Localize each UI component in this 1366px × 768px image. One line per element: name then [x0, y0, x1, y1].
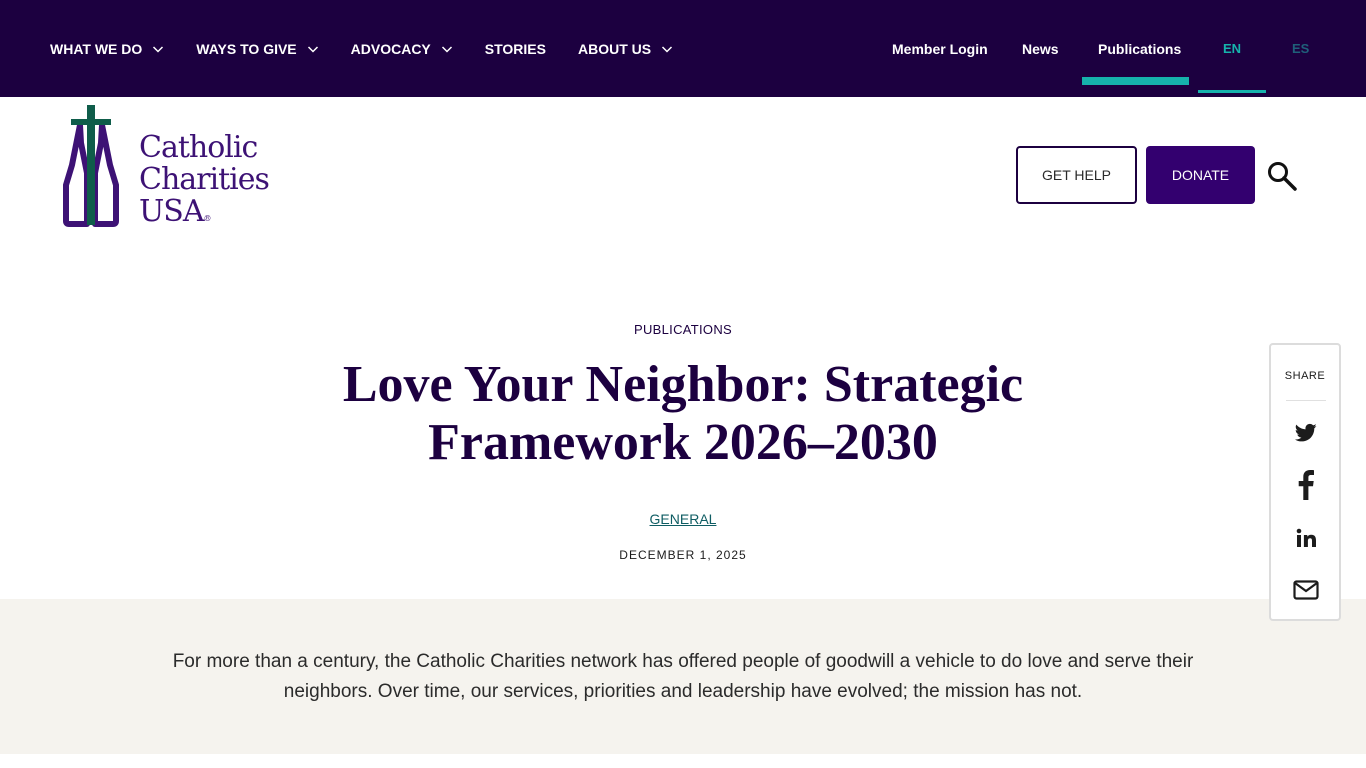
linkedin-icon[interactable] [1289, 521, 1323, 555]
intro-section: For more than a century, the Catholic Ch… [0, 599, 1366, 754]
member-login-link[interactable]: Member Login [892, 0, 988, 97]
share-divider [1286, 400, 1326, 401]
share-label: SHARE [1284, 370, 1326, 382]
main-navigation: WHAT WE DO WAYS TO GIVE ADVOCACY STORIES… [50, 0, 705, 97]
facebook-icon[interactable] [1289, 468, 1323, 502]
article-eyebrow: PUBLICATIONS [634, 322, 732, 337]
nav-item-what-we-do[interactable]: WHAT WE DO [50, 41, 164, 57]
logo-wordmark: Catholic Charities USA® [139, 130, 270, 235]
nav-item-about-us[interactable]: ABOUT US [578, 41, 673, 57]
nav-item-label: ABOUT US [577, 40, 652, 57]
news-link[interactable]: News [1022, 0, 1059, 97]
article-date: DECEMBER 1, 2025 [619, 548, 747, 562]
nav-item-label: ADVOCACY [350, 40, 431, 57]
nav-item-stories[interactable]: STORIES [485, 41, 546, 57]
logo-line-3: USA [139, 194, 204, 229]
get-help-button[interactable]: GET HELP [1016, 146, 1137, 204]
logo-line-2: Charities [139, 162, 270, 197]
donate-button[interactable]: DONATE [1146, 146, 1255, 204]
intro-paragraph: For more than a century, the Catholic Ch… [172, 651, 1194, 702]
article-category: GENERAL [0, 511, 1366, 527]
language-en-link[interactable]: EN [1223, 0, 1241, 97]
email-icon[interactable] [1289, 573, 1323, 607]
nav-item-label: WHAT WE DO [50, 40, 143, 57]
top-navigation-bar: WHAT WE DO WAYS TO GIVE ADVOCACY STORIES… [0, 0, 1366, 97]
page-title: Love Your Neighbor: Strategic Framework … [342, 356, 1024, 471]
chevron-down-icon [307, 43, 319, 55]
category-link[interactable]: GENERAL [650, 511, 717, 527]
registered-mark: ® [203, 214, 212, 223]
nav-item-advocacy[interactable]: ADVOCACY [351, 41, 453, 57]
active-nav-indicator [1082, 77, 1189, 85]
nav-item-ways-to-give[interactable]: WAYS TO GIVE [196, 41, 318, 57]
chevron-down-icon [661, 43, 673, 55]
share-widget: SHARE [1269, 343, 1341, 621]
nav-item-label: WAYS TO GIVE [196, 40, 297, 57]
search-icon[interactable] [1266, 160, 1298, 192]
language-es-link[interactable]: ES [1292, 0, 1309, 97]
nav-item-label: STORIES [484, 40, 546, 57]
chevron-down-icon [441, 43, 453, 55]
logo-line-1: Catholic [139, 130, 258, 165]
chevron-down-icon [152, 43, 164, 55]
twitter-icon[interactable] [1289, 416, 1323, 450]
active-language-indicator [1198, 90, 1266, 93]
